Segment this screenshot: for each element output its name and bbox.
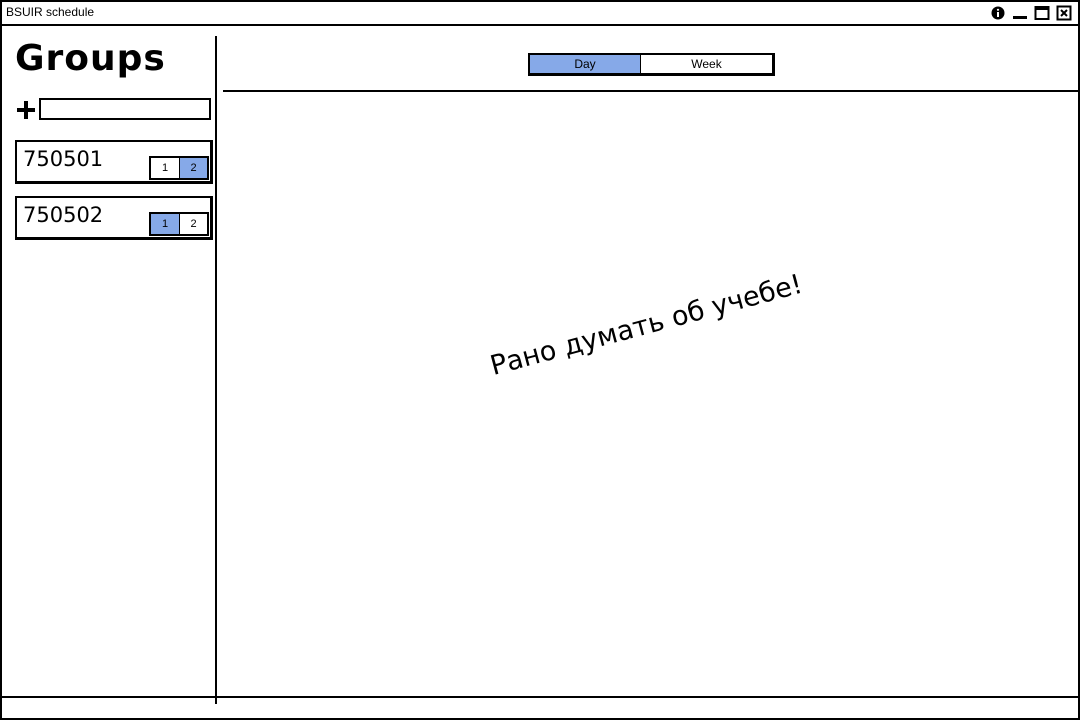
subgroup-1-button[interactable]: 1	[151, 158, 179, 178]
window-title: BSUIR schedule	[6, 5, 95, 19]
header-divider	[223, 90, 1078, 92]
maximize-icon[interactable]	[1034, 5, 1050, 21]
subgroup-selector: 1 2	[149, 156, 209, 180]
subgroup-selector: 1 2	[149, 212, 209, 236]
group-card[interactable]: 750502 1 2	[15, 196, 213, 240]
add-group-input[interactable]	[39, 98, 211, 120]
day-view-button[interactable]: Day	[530, 55, 640, 73]
info-icon[interactable]	[990, 5, 1006, 21]
week-view-button[interactable]: Week	[640, 55, 772, 73]
plus-icon[interactable]	[15, 96, 37, 124]
groups-sidebar: Groups 750501 1 2 750502 1 2	[2, 26, 216, 704]
group-name: 750501	[23, 147, 104, 171]
status-bar	[2, 696, 1078, 698]
subgroup-1-button[interactable]: 1	[151, 214, 179, 234]
group-card[interactable]: 750501 1 2	[15, 140, 213, 184]
add-group-row	[15, 96, 215, 124]
minimize-icon[interactable]	[1012, 5, 1028, 21]
group-name: 750502	[23, 203, 104, 227]
subgroup-2-button[interactable]: 2	[179, 158, 207, 178]
close-icon[interactable]	[1056, 5, 1072, 21]
app-window: BSUIR schedule Groups 750501 1 2 750502 …	[0, 0, 1080, 720]
groups-heading: Groups	[15, 38, 166, 79]
empty-schedule-message: Рано думать об учебе!	[487, 268, 806, 382]
title-bar: BSUIR schedule	[2, 2, 1078, 26]
view-toggle: Day Week	[528, 53, 775, 76]
window-controls	[990, 5, 1072, 21]
subgroup-2-button[interactable]: 2	[179, 214, 207, 234]
schedule-panel: Day Week Рано думать об учебе!	[217, 26, 1078, 696]
